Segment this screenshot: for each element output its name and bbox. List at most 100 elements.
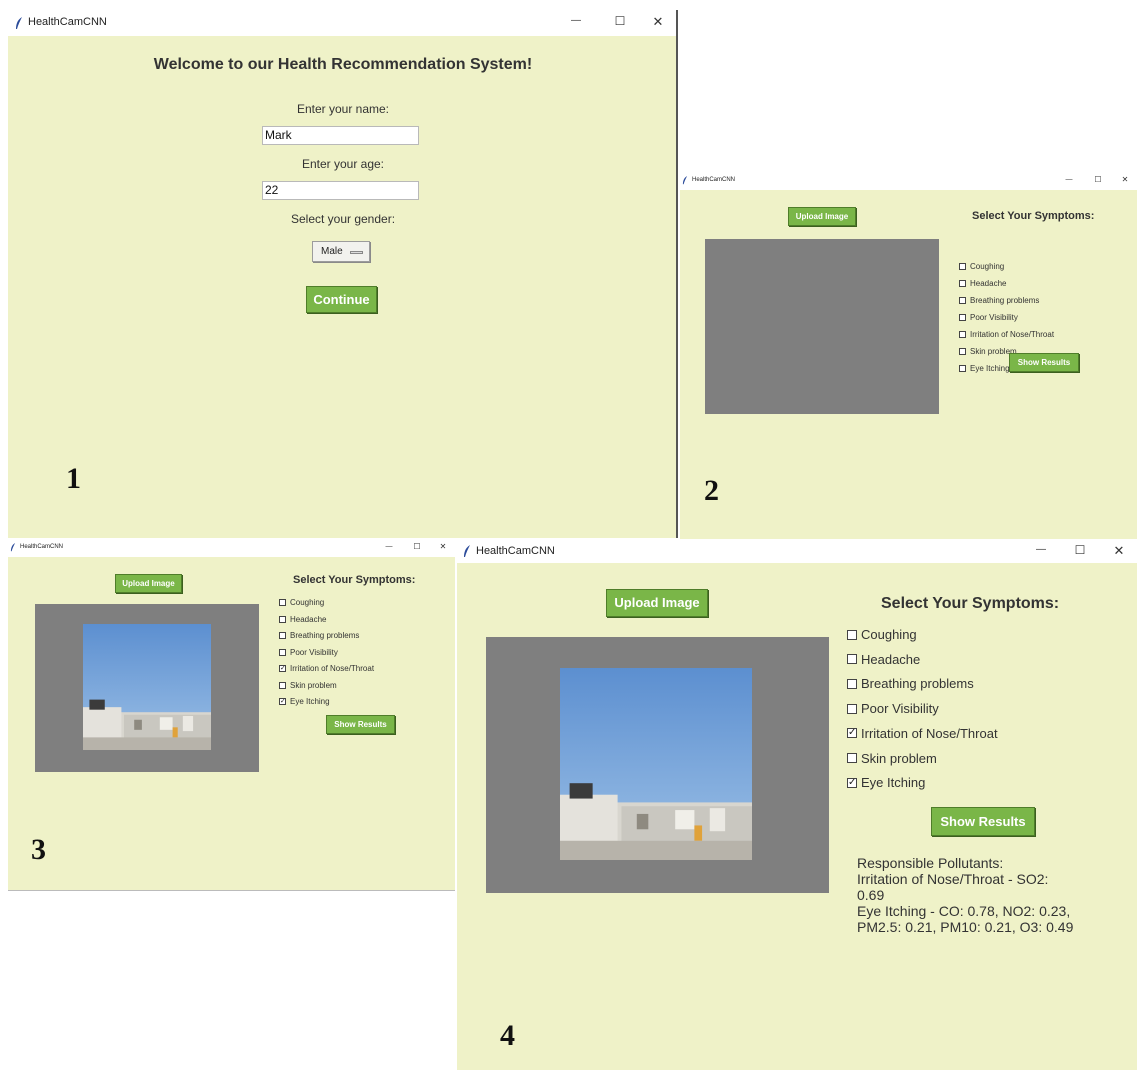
symptom-checkbox[interactable]	[847, 629, 857, 640]
welcome-heading: Welcome to our Health Recommendation Sys…	[153, 56, 533, 73]
name-input[interactable]: Mark	[262, 126, 419, 145]
symptom-checkbox-row[interactable]: Eye Itching	[279, 697, 330, 706]
symptom-checkbox[interactable]	[279, 648, 286, 656]
symptom-checkbox[interactable]	[847, 654, 857, 665]
symptom-checkbox-row[interactable]: Irritation of Nose/Throat	[847, 726, 998, 741]
symptom-checkbox-row[interactable]: Breathing problems	[279, 631, 359, 640]
symptoms-heading: Select Your Symptoms:	[881, 595, 1060, 612]
symptom-label: Breathing problems	[861, 676, 974, 692]
upload-image-button[interactable]: Upload Image	[606, 589, 708, 617]
symptom-checkbox-row[interactable]: Irritation of Nose/Throat	[959, 330, 1054, 339]
symptom-checkbox-row[interactable]: Headache	[959, 279, 1006, 288]
minimize-icon[interactable]: —	[382, 543, 396, 550]
minimize-icon[interactable]: —	[1031, 544, 1051, 555]
window-title: HealthCamCNN	[20, 544, 64, 550]
symptom-checkbox-row[interactable]: Poor Visibility	[847, 701, 939, 716]
symptom-label: Eye Itching	[970, 364, 1010, 373]
symptom-checkbox-row[interactable]: Irritation of Nose/Throat	[279, 664, 374, 673]
results-line: 0.69	[857, 887, 885, 903]
symptom-checkbox-row[interactable]: Skin problem	[847, 751, 937, 766]
window-symptoms-empty: HealthCamCNN — ☐ ✕ Upload Image Select Y…	[680, 172, 1137, 540]
age-label: Enter your age:	[301, 157, 385, 171]
symptom-checkbox-row[interactable]: Eye Itching	[959, 364, 1010, 373]
symptom-checkbox[interactable]	[279, 632, 286, 639]
symptom-checkbox[interactable]	[847, 678, 857, 689]
symptom-label: Skin problem	[290, 680, 337, 690]
show-results-button[interactable]: Show Results	[1009, 353, 1079, 372]
symptom-checkbox[interactable]	[279, 599, 286, 606]
symptom-label: Headache	[970, 279, 1007, 288]
close-icon[interactable]: ✕	[1109, 543, 1129, 559]
title-bar[interactable]: HealthCamCNN — ☐ ✕	[8, 10, 676, 36]
gender-select[interactable]: Male	[312, 241, 370, 262]
results-line: Responsible Pollutants:	[857, 855, 1004, 871]
symptom-checkbox[interactable]	[847, 753, 857, 763]
symptom-label: Eye Itching	[290, 697, 330, 706]
panel-label-3: 3	[31, 833, 46, 866]
option-indicator-icon	[350, 251, 363, 254]
maximize-icon[interactable]: ☐	[1070, 543, 1090, 557]
symptom-checkbox[interactable]	[959, 365, 966, 372]
symptom-checkbox[interactable]	[959, 314, 966, 321]
symptom-checkbox-row[interactable]: Poor Visibility	[959, 313, 1018, 322]
gender-select-value: Male	[321, 246, 343, 257]
symptom-checkbox[interactable]	[847, 727, 857, 739]
name-label: Enter your name:	[296, 102, 390, 116]
symptom-checkbox-row[interactable]: Skin problem	[279, 681, 337, 690]
symptom-checkbox[interactable]	[279, 681, 286, 689]
feather-icon	[682, 176, 688, 185]
symptom-label: Coughing	[861, 627, 917, 642]
symptom-checkbox[interactable]	[959, 280, 966, 287]
results-line: Eye Itching - CO: 0.78, NO2: 0.23,	[857, 903, 1071, 919]
maximize-icon[interactable]: ☐	[1091, 175, 1105, 184]
city-skyline-image	[83, 624, 211, 750]
window-welcome: HealthCamCNN — ☐ ✕ Welcome to our Health…	[8, 10, 678, 538]
uploaded-photo	[560, 668, 752, 860]
maximize-icon[interactable]: ☐	[610, 14, 630, 28]
symptom-checkbox-row[interactable]: Coughing	[959, 262, 1004, 271]
symptom-checkbox[interactable]	[959, 263, 966, 270]
upload-image-button[interactable]: Upload Image	[788, 207, 856, 226]
panel-label-1: 1	[66, 462, 81, 495]
symptom-checkbox[interactable]	[279, 664, 286, 672]
symptom-checkbox-row[interactable]: Eye Itching	[847, 775, 925, 790]
symptom-label: Irritation of Nose/Throat	[970, 330, 1055, 339]
continue-button[interactable]: Continue	[306, 286, 377, 313]
upload-image-button[interactable]: Upload Image	[115, 574, 182, 593]
symptom-checkbox[interactable]	[847, 777, 857, 788]
title-bar[interactable]: HealthCamCNN — ☐ ✕	[8, 539, 455, 557]
symptom-checkbox[interactable]	[847, 703, 857, 714]
symptom-checkbox-row[interactable]: Poor Visibility	[279, 648, 338, 657]
show-results-button[interactable]: Show Results	[931, 807, 1035, 836]
title-bar[interactable]: HealthCamCNN — ☐ ✕	[457, 539, 1137, 563]
symptom-checkbox-row[interactable]: Coughing	[847, 627, 917, 642]
symptom-checkbox-row[interactable]: Headache	[847, 652, 920, 667]
symptom-label: Coughing	[970, 262, 1005, 271]
symptom-checkbox-row[interactable]: Breathing problems	[847, 676, 974, 691]
results-text: Responsible Pollutants: Irritation of No…	[857, 855, 1073, 935]
minimize-icon[interactable]: —	[1062, 176, 1076, 183]
symptom-label: Irritation of Nose/Throat	[290, 664, 375, 673]
symptom-checkbox[interactable]	[279, 615, 286, 623]
close-icon[interactable]: ✕	[648, 14, 668, 30]
age-input[interactable]: 22	[262, 181, 419, 200]
symptom-label: Headache	[861, 651, 921, 667]
symptom-checkbox-row[interactable]: Headache	[279, 615, 326, 624]
image-canvas	[486, 637, 829, 893]
symptom-checkbox[interactable]	[959, 297, 966, 304]
symptom-checkbox[interactable]	[959, 331, 966, 338]
symptom-label: Irritation of Nose/Throat	[861, 725, 998, 741]
symptom-checkbox[interactable]	[959, 348, 966, 355]
close-icon[interactable]: ✕	[1118, 175, 1132, 184]
city-skyline-image	[560, 668, 752, 860]
symptom-checkbox-row[interactable]: Breathing problems	[959, 296, 1039, 305]
symptom-checkbox[interactable]	[279, 697, 286, 705]
maximize-icon[interactable]: ☐	[410, 542, 424, 551]
title-bar[interactable]: HealthCamCNN — ☐ ✕	[680, 172, 1137, 190]
symptom-label: Poor Visibility	[290, 647, 338, 657]
minimize-icon[interactable]: —	[566, 15, 586, 26]
show-results-button[interactable]: Show Results	[326, 715, 395, 734]
results-line: PM2.5: 0.21, PM10: 0.21, O3: 0.49	[857, 919, 1074, 935]
symptom-checkbox-row[interactable]: Coughing	[279, 598, 324, 607]
close-icon[interactable]: ✕	[436, 542, 450, 551]
